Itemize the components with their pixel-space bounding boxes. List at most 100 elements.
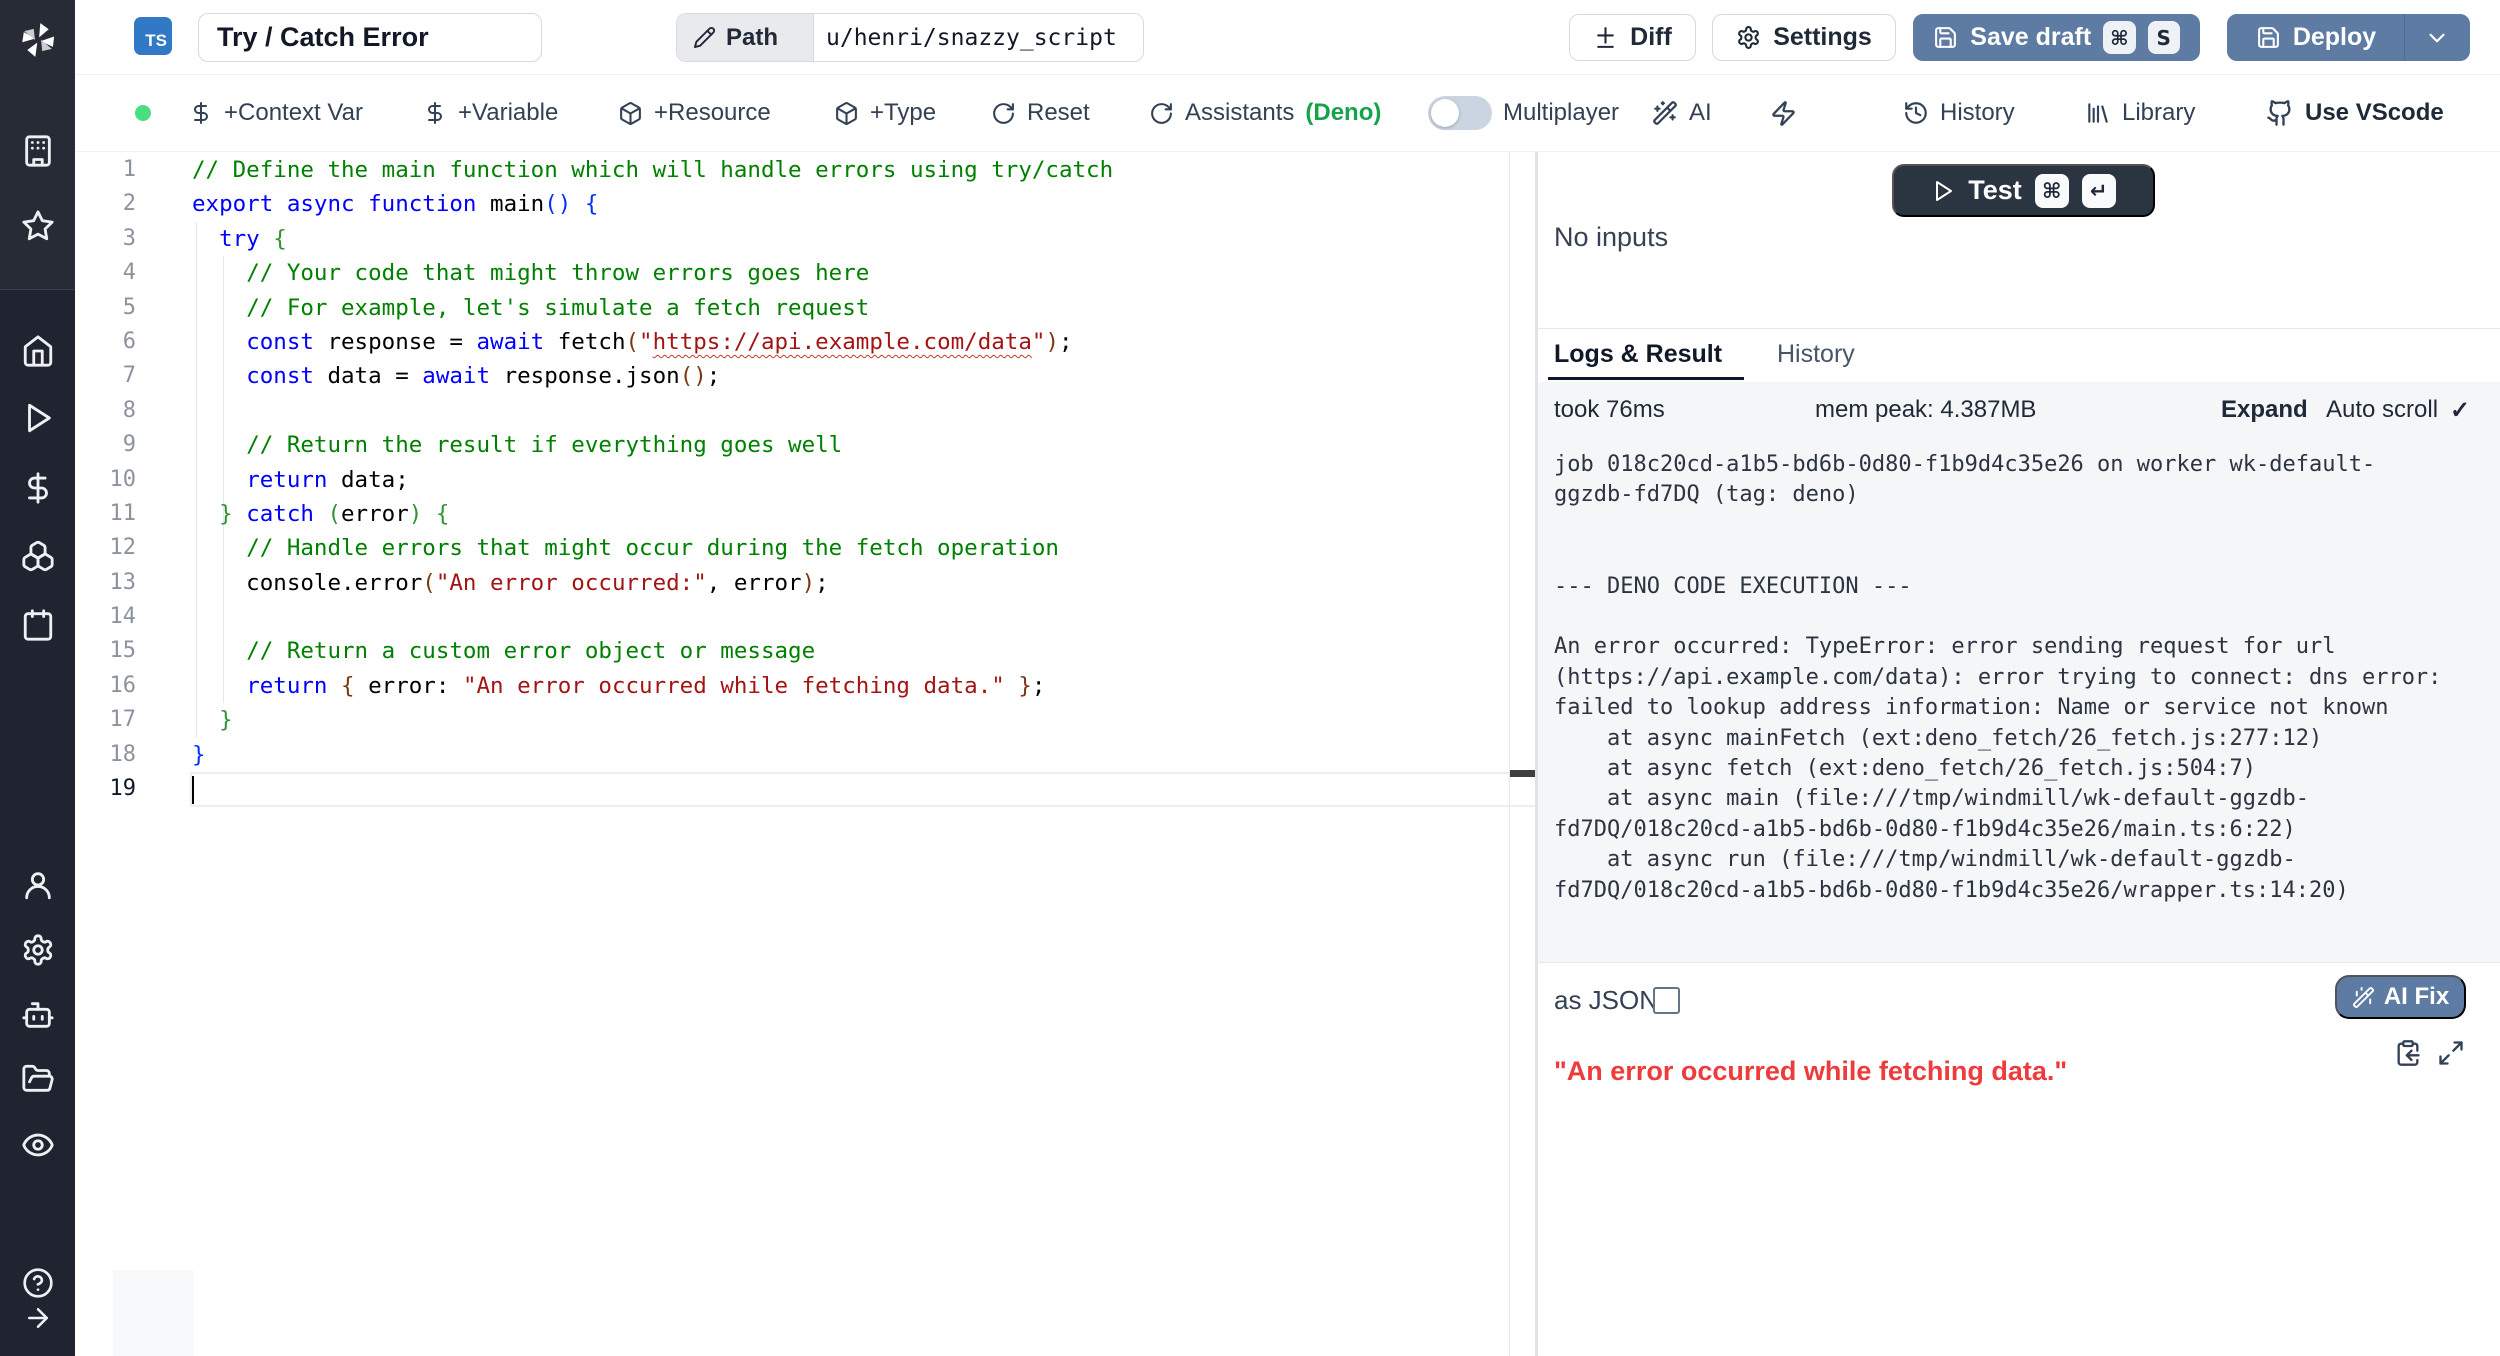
- ai-button[interactable]: AI: [1652, 75, 1712, 151]
- code-line[interactable]: 16 return { error: "An error occurred wh…: [75, 669, 1536, 703]
- play-icon[interactable]: [21, 401, 55, 435]
- library-icon: [2085, 100, 2111, 126]
- tab-logs-result[interactable]: Logs & Result: [1554, 340, 1722, 369]
- library-button[interactable]: Library: [2085, 75, 2195, 151]
- topbar: TS Path Diff Settings Save draft ⌘ S: [75, 0, 2500, 75]
- history-button[interactable]: History: [1903, 75, 2015, 151]
- code-lines: 1// Define the main function which will …: [75, 153, 1536, 806]
- settings-label: Settings: [1773, 23, 1872, 52]
- code-line[interactable]: 5 // For example, let's simulate a fetch…: [75, 291, 1536, 325]
- assistants-button[interactable]: Assistants (Deno): [1149, 75, 1381, 151]
- deploy-dropdown[interactable]: [2405, 25, 2469, 51]
- duration-stat: took 76ms: [1554, 396, 1665, 424]
- code-line[interactable]: 2export async function main() {: [75, 187, 1536, 221]
- package-icon: [834, 101, 859, 126]
- deploy-button[interactable]: Deploy: [2227, 14, 2470, 61]
- dollar-icon[interactable]: [21, 471, 55, 505]
- help-circle-icon[interactable]: [22, 1267, 54, 1299]
- dollar-icon: [189, 101, 213, 125]
- user-icon[interactable]: [21, 868, 55, 902]
- code-line[interactable]: 18}: [75, 738, 1536, 772]
- multiplayer-toggle[interactable]: [1428, 96, 1492, 130]
- no-inputs-text: No inputs: [1554, 222, 1668, 253]
- code-line[interactable]: 17 }: [75, 703, 1536, 737]
- code-line[interactable]: 6 const response = await fetch("https://…: [75, 325, 1536, 359]
- history-label: History: [1940, 99, 2015, 127]
- overview-ruler-cursor-marker: [1510, 770, 1536, 777]
- windmill-logo-icon[interactable]: [15, 17, 61, 63]
- code-line[interactable]: 10 return data;: [75, 463, 1536, 497]
- code-line[interactable]: 8: [75, 394, 1536, 428]
- bolt-button[interactable]: [1770, 75, 1797, 151]
- deploy-label: Deploy: [2293, 23, 2376, 52]
- arrow-right-icon[interactable]: [23, 1303, 53, 1333]
- ai-fix-button[interactable]: AI Fix: [2335, 975, 2466, 1019]
- reset-label: Reset: [1027, 99, 1090, 127]
- save-draft-label: Save draft: [1970, 23, 2091, 52]
- building-icon[interactable]: [21, 134, 55, 168]
- code-line[interactable]: 14: [75, 600, 1536, 634]
- diff-button[interactable]: Diff: [1569, 14, 1696, 61]
- test-button[interactable]: Test ⌘ ↵: [1892, 164, 2155, 217]
- code-line[interactable]: 19: [75, 772, 1536, 806]
- diff-label: Diff: [1630, 23, 1672, 52]
- path-label-segment[interactable]: Path: [677, 14, 814, 61]
- s-key-badge: S: [2148, 21, 2180, 54]
- code-line[interactable]: 4 // Your code that might throw errors g…: [75, 256, 1536, 290]
- ai-label: AI: [1689, 99, 1712, 127]
- save-draft-button[interactable]: Save draft ⌘ S: [1913, 14, 2200, 61]
- pencil-icon: [693, 26, 716, 49]
- ai-fix-label: AI Fix: [2384, 983, 2449, 1011]
- status-dot: [135, 105, 151, 121]
- add-type-label: +Type: [870, 99, 936, 127]
- settings-button[interactable]: Settings: [1712, 14, 1896, 61]
- path-label: Path: [726, 24, 778, 52]
- eye-icon[interactable]: [21, 1128, 55, 1162]
- expand-result-button[interactable]: [2437, 1039, 2465, 1067]
- autoscroll-label[interactable]: Auto scroll: [2326, 396, 2438, 424]
- run-stats-row: took 76ms mem peak: 4.387MB Expand Auto …: [1538, 382, 2500, 438]
- robot-icon[interactable]: [21, 998, 55, 1032]
- path-group: Path: [676, 13, 1144, 62]
- code-line[interactable]: 9 // Return the result if everything goe…: [75, 428, 1536, 462]
- editor-bottom-decoration: [113, 1270, 194, 1356]
- use-vscode-button[interactable]: Use VScode: [2266, 75, 2444, 151]
- path-input[interactable]: [814, 14, 1143, 61]
- folder-open-icon[interactable]: [21, 1062, 55, 1096]
- add-context-var-button[interactable]: +Context Var: [189, 75, 363, 151]
- code-line[interactable]: 12 // Handle errors that might occur dur…: [75, 531, 1536, 565]
- calendar-icon[interactable]: [21, 608, 55, 642]
- code-line[interactable]: 3 try {: [75, 222, 1536, 256]
- add-type-button[interactable]: +Type: [834, 75, 936, 151]
- add-variable-button[interactable]: +Variable: [423, 75, 558, 151]
- wand-sparkles-icon: [1652, 100, 1678, 126]
- cmd-key-badge: ⌘: [2103, 21, 2136, 54]
- toggle-knob: [1431, 99, 1459, 127]
- script-title-input[interactable]: [198, 13, 542, 62]
- autoscroll-check-icon[interactable]: ✓: [2450, 396, 2470, 425]
- add-resource-button[interactable]: +Resource: [618, 75, 771, 151]
- boxes-icon[interactable]: [21, 539, 55, 573]
- tab-history[interactable]: History: [1777, 340, 1855, 369]
- gear-icon[interactable]: [21, 933, 55, 967]
- as-json-checkbox[interactable]: [1653, 987, 1680, 1014]
- text-cursor: [192, 776, 194, 804]
- app-root: TS Path Diff Settings Save draft ⌘ S: [0, 0, 2500, 1356]
- code-line[interactable]: 11 } catch (error) {: [75, 497, 1536, 531]
- zap-icon: [1770, 100, 1797, 127]
- code-line[interactable]: 1// Define the main function which will …: [75, 153, 1536, 187]
- home-icon[interactable]: [21, 334, 55, 368]
- code-editor[interactable]: 1// Define the main function which will …: [75, 152, 1536, 1356]
- code-line[interactable]: 7 const data = await response.json();: [75, 359, 1536, 393]
- overview-ruler[interactable]: [1509, 152, 1510, 1356]
- code-line[interactable]: 13 console.error("An error occurred:", e…: [75, 566, 1536, 600]
- code-line[interactable]: 15 // Return a custom error object or me…: [75, 634, 1536, 668]
- cmd-key-badge: ⌘: [2035, 174, 2069, 208]
- reset-button[interactable]: Reset: [991, 75, 1090, 151]
- star-icon[interactable]: [21, 209, 55, 243]
- refresh-icon: [1149, 101, 1174, 126]
- expand-logs-button[interactable]: Expand: [2221, 396, 2308, 424]
- sidebar: [0, 0, 75, 1356]
- github-icon: [2266, 99, 2294, 127]
- copy-result-button[interactable]: [2394, 1039, 2422, 1067]
